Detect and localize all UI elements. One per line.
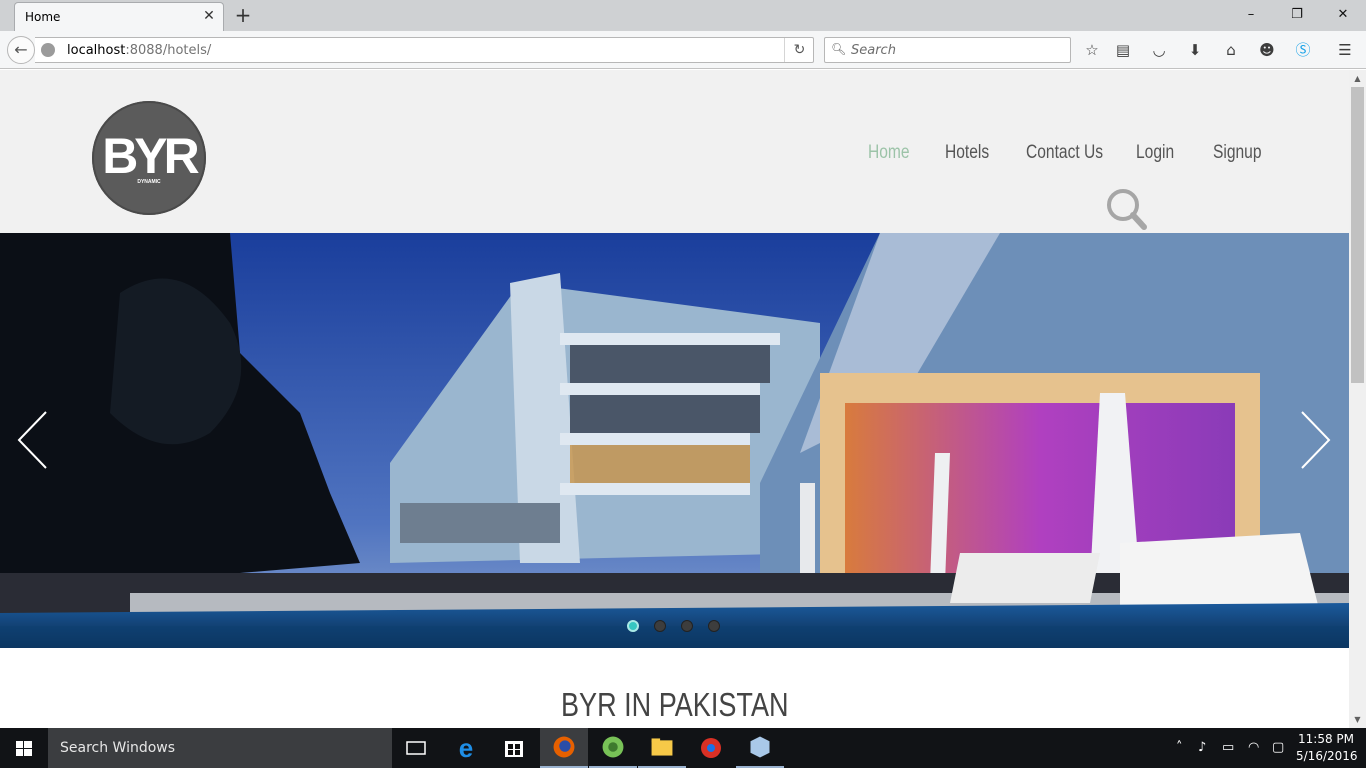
edge-icon[interactable]: e	[442, 728, 490, 768]
site-identity-icon[interactable]	[41, 43, 55, 57]
nav-signup[interactable]: Signup	[1213, 142, 1262, 164]
slider-dot-1[interactable]	[627, 620, 639, 632]
menu-icon[interactable]: ☰	[1335, 40, 1355, 60]
page-scrollbar[interactable]: ▲ ▼	[1349, 70, 1366, 728]
logo-text: BYR	[102, 128, 200, 184]
new-tab-icon[interactable]: +	[233, 5, 253, 25]
skype-icon[interactable]: Ⓢ	[1293, 40, 1313, 60]
nav-home[interactable]: Home	[868, 142, 910, 164]
clock-date: 5/16/2016	[1296, 749, 1358, 763]
slider-dot-3[interactable]	[681, 620, 693, 632]
url-host: localhost	[67, 43, 126, 58]
nav-contact-us[interactable]: Contact Us	[1026, 142, 1103, 164]
reading-list-icon[interactable]: ▤	[1113, 40, 1133, 60]
nav-login[interactable]: Login	[1136, 142, 1174, 164]
hotel-photo	[0, 233, 1349, 648]
store-icon[interactable]	[490, 728, 538, 768]
virtualbox-icon[interactable]	[736, 728, 784, 768]
minimize-icon[interactable]: –	[1228, 0, 1274, 30]
chat-icon[interactable]: ☻	[1257, 40, 1277, 60]
scroll-up-icon[interactable]: ▲	[1349, 70, 1366, 87]
taskbar-search-placeholder: Search Windows	[60, 740, 176, 756]
reload-icon[interactable]: ↻	[784, 38, 814, 62]
search-placeholder: Search	[851, 43, 896, 58]
browser-tab-home[interactable]: Home ✕	[14, 2, 224, 31]
hero-slider	[0, 233, 1349, 648]
slider-dot-4[interactable]	[708, 620, 720, 632]
notifications-icon[interactable]: ▢	[1272, 740, 1284, 755]
clock-time: 11:58 PM	[1298, 732, 1354, 746]
url-path: :8088/hotels/	[125, 43, 212, 58]
browser-app-icon[interactable]	[687, 728, 735, 768]
maximize-icon[interactable]: ❐	[1274, 0, 1320, 30]
tab-close-icon[interactable]: ✕	[201, 8, 217, 24]
download-icon[interactable]: ⬇	[1185, 40, 1205, 60]
windows-taskbar: Search Windows e ˄ ♪ ▭ ◠ ▢ 11:58 PM 5/16…	[0, 728, 1366, 768]
browser-tab-strip: Home ✕ + – ❐ ✕	[0, 0, 1366, 31]
desktop-screen: Home ✕ + – ❐ ✕ localhost:8088/hotels/ ↻ …	[0, 0, 1366, 768]
home-icon[interactable]: ⌂	[1221, 40, 1241, 60]
show-hidden-icons-icon[interactable]: ˄	[1176, 740, 1183, 755]
byr-logo[interactable]: BYR DYNAMIC	[92, 101, 206, 215]
site-search-icon[interactable]	[1104, 187, 1152, 235]
search-icon: 🔍︎	[831, 42, 847, 56]
slider-next-arrow-icon[interactable]	[1298, 410, 1332, 470]
url-text: localhost:8088/hotels/	[67, 43, 211, 58]
wifi-icon[interactable]: ◠	[1248, 740, 1259, 755]
slider-dot-2[interactable]	[654, 620, 666, 632]
bookmark-star-icon[interactable]: ☆	[1082, 40, 1102, 60]
site-header: BYR DYNAMIC Home Hotels Contact Us Login…	[0, 70, 1349, 233]
android-studio-icon[interactable]	[589, 728, 637, 768]
scrollbar-thumb[interactable]	[1351, 87, 1364, 383]
browser-search-input[interactable]: 🔍︎ Search	[824, 37, 1071, 63]
nav-hotels[interactable]: Hotels	[945, 142, 989, 164]
file-explorer-icon[interactable]	[638, 728, 686, 768]
svg-text:e: e	[459, 733, 473, 763]
pocket-icon[interactable]: ◡	[1149, 40, 1169, 60]
logo-subtext: DYNAMIC	[137, 179, 161, 185]
taskbar-search-input[interactable]: Search Windows	[48, 728, 392, 768]
url-bar[interactable]: localhost:8088/hotels/ ↻	[35, 37, 814, 63]
section-title: BYR IN PAKISTAN	[0, 686, 1349, 724]
slider-prev-arrow-icon[interactable]	[16, 410, 50, 470]
windows-start-icon[interactable]	[0, 728, 48, 768]
close-window-icon[interactable]: ✕	[1320, 0, 1366, 30]
web-page: BYR DYNAMIC Home Hotels Contact Us Login…	[0, 70, 1349, 728]
task-view-icon[interactable]	[392, 728, 440, 768]
back-arrow-icon[interactable]: ←	[7, 36, 35, 64]
browser-navigation-bar: localhost:8088/hotels/ ↻ ← 🔍︎ Search ☆ ▤…	[0, 31, 1366, 69]
tab-title: Home	[25, 10, 61, 24]
firefox-icon[interactable]	[540, 728, 588, 768]
volume-icon[interactable]: ♪	[1198, 740, 1206, 755]
battery-icon[interactable]: ▭	[1222, 740, 1234, 755]
taskbar-clock[interactable]: 11:58 PM 5/16/2016	[1296, 731, 1358, 765]
section-title-text: BYR IN PAKISTAN	[560, 686, 789, 723]
scroll-down-icon[interactable]: ▼	[1349, 711, 1366, 728]
